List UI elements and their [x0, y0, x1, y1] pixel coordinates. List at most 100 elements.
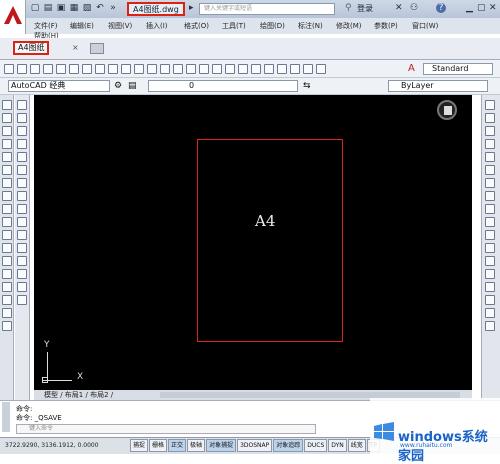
insert-block-icon[interactable]: [2, 230, 12, 240]
menu-tools[interactable]: 工具(T): [222, 21, 246, 31]
viewcube-face-icon[interactable]: [444, 106, 452, 115]
mirror-icon[interactable]: [17, 126, 27, 136]
tab-close-icon[interactable]: ×: [72, 43, 79, 52]
a4-frame-rectangle[interactable]: [197, 139, 343, 342]
gradient-icon[interactable]: [2, 282, 12, 292]
lineweight-toggle[interactable]: 线宽: [347, 439, 366, 452]
menu-dimension[interactable]: 标注(N): [298, 21, 323, 31]
rectangle-icon[interactable]: [2, 152, 12, 162]
dim-continue-icon[interactable]: [485, 230, 495, 240]
exchange-icon[interactable]: ✕: [395, 3, 403, 13]
paste-icon[interactable]: [121, 64, 131, 74]
dim-aligned-icon[interactable]: [485, 113, 495, 123]
design-center-icon[interactable]: [251, 64, 261, 74]
point-icon[interactable]: [2, 256, 12, 266]
revcloud-icon[interactable]: [2, 191, 12, 201]
table-icon[interactable]: [2, 308, 12, 318]
dim-space-icon[interactable]: [485, 243, 495, 253]
center-mark-icon[interactable]: [485, 282, 495, 292]
network-icon[interactable]: ⚇: [410, 3, 418, 13]
new-file-icon[interactable]: ▢: [30, 3, 40, 13]
tab-a4-drawing[interactable]: A4图纸: [13, 41, 49, 55]
menu-format[interactable]: 格式(O): [184, 21, 209, 31]
menu-file[interactable]: 文件(F): [34, 21, 58, 31]
more-icon[interactable]: »: [108, 3, 118, 13]
dim-jogged-icon[interactable]: [485, 165, 495, 175]
dim-linear-icon[interactable]: [485, 100, 495, 110]
chamfer-icon[interactable]: [17, 269, 27, 279]
rotate-icon[interactable]: [17, 178, 27, 188]
region-icon[interactable]: [2, 295, 12, 305]
block-editor-icon[interactable]: [147, 64, 157, 74]
dim-ordinate-icon[interactable]: [485, 139, 495, 149]
layer-properties-icon[interactable]: ▤: [128, 81, 137, 91]
calculator-icon[interactable]: [303, 64, 313, 74]
ducs-toggle[interactable]: DUCS: [304, 439, 328, 452]
workspace-settings-icon[interactable]: ⚙: [114, 81, 122, 91]
sheet-set-icon[interactable]: [277, 64, 287, 74]
open-icon[interactable]: [17, 64, 27, 74]
snap-toggle[interactable]: 捕捉: [130, 439, 149, 452]
redo-icon[interactable]: [173, 64, 183, 74]
hatch-icon[interactable]: [2, 269, 12, 279]
app-menu-button[interactable]: [0, 0, 26, 34]
menu-view[interactable]: 视图(V): [108, 21, 132, 31]
menu-window[interactable]: 窗口(W): [412, 21, 438, 31]
arc-icon[interactable]: [2, 165, 12, 175]
dim-style-icon[interactable]: [485, 321, 495, 331]
dim-baseline-icon[interactable]: [485, 217, 495, 227]
menu-insert[interactable]: 插入(I): [146, 21, 168, 31]
maximize-icon[interactable]: ▢: [477, 3, 486, 13]
plot-icon[interactable]: ▧: [82, 3, 92, 13]
grid-toggle[interactable]: 栅格: [149, 439, 168, 452]
binoculars-icon[interactable]: ⚲: [345, 3, 352, 13]
3dosnap-toggle[interactable]: 3DOSNAP: [237, 439, 273, 452]
command-window-handle[interactable]: [2, 402, 10, 432]
ellipse-icon[interactable]: [2, 217, 12, 227]
otrack-toggle[interactable]: 对象追踪: [273, 439, 304, 452]
minimize-icon[interactable]: ▁: [466, 3, 473, 13]
line-icon[interactable]: [2, 100, 12, 110]
break-icon[interactable]: [17, 243, 27, 253]
color-dropdown[interactable]: ByLayer: [388, 80, 488, 92]
tolerance-icon[interactable]: [485, 269, 495, 279]
menu-draw[interactable]: 绘图(D): [260, 21, 285, 31]
menu-parametric[interactable]: 参数(P): [374, 21, 398, 31]
trim-icon[interactable]: [17, 217, 27, 227]
pan-icon[interactable]: [186, 64, 196, 74]
preview-icon[interactable]: [56, 64, 66, 74]
login-button[interactable]: 登录: [357, 3, 373, 14]
polygon-icon[interactable]: [2, 139, 12, 149]
mtext-icon[interactable]: [2, 321, 12, 331]
ortho-toggle[interactable]: 正交: [168, 439, 187, 452]
dyn-toggle[interactable]: DYN: [328, 439, 347, 452]
layout-tabs[interactable]: 模型 / 布局1 / 布局2 /: [44, 390, 113, 400]
circle-icon[interactable]: [2, 178, 12, 188]
zoom-window-icon[interactable]: [212, 64, 222, 74]
open-file-icon[interactable]: ▤: [43, 3, 53, 13]
zoom-realtime-icon[interactable]: [199, 64, 209, 74]
menu-edit[interactable]: 编辑(E): [70, 21, 94, 31]
move-icon[interactable]: [17, 165, 27, 175]
dim-edit-icon[interactable]: [485, 308, 495, 318]
scale-icon[interactable]: [17, 191, 27, 201]
cut-icon[interactable]: [95, 64, 105, 74]
dim-diameter-icon[interactable]: [485, 178, 495, 188]
undo-icon[interactable]: [160, 64, 170, 74]
menu-modify[interactable]: 修改(M): [336, 21, 362, 31]
help-icon[interactable]: [316, 64, 326, 74]
close-icon[interactable]: ✕: [489, 3, 497, 13]
command-input[interactable]: 键入命令: [16, 424, 316, 434]
print-icon[interactable]: [43, 64, 53, 74]
a4-text-label[interactable]: A4: [255, 212, 275, 230]
make-block-icon[interactable]: [2, 243, 12, 253]
qnew-icon[interactable]: [4, 64, 14, 74]
save-icon[interactable]: [30, 64, 40, 74]
search-input[interactable]: 键入关键字或短语: [199, 3, 335, 15]
text-style-dropdown[interactable]: Standard: [423, 63, 493, 75]
dim-arc-icon[interactable]: [485, 126, 495, 136]
workspace-dropdown[interactable]: AutoCAD 经典: [8, 80, 110, 92]
extend-icon[interactable]: [17, 230, 27, 240]
dim-break-icon[interactable]: [485, 256, 495, 266]
zoom-previous-icon[interactable]: [225, 64, 235, 74]
